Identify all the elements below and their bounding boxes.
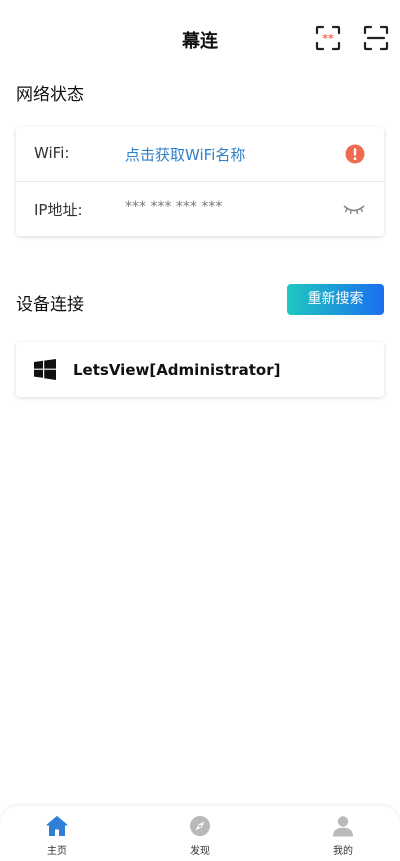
tab-home[interactable]: 主页 (17, 806, 97, 861)
ip-label: IP地址: (34, 201, 83, 219)
user-icon (333, 816, 353, 837)
scan-button[interactable] (362, 24, 390, 52)
devices-section-title: 设备连接 (16, 295, 84, 315)
compass-icon (190, 816, 210, 836)
network-card: WiFi: 点击获取WiFi名称 IP地址: *** *** *** *** (16, 127, 384, 236)
scan-icon (363, 25, 389, 51)
network-section-title: 网络状态 (16, 85, 84, 105)
ip-value: *** *** *** *** (125, 199, 223, 215)
device-name: LetsView[Administrator] (73, 361, 281, 379)
scan-code-button[interactable]: ** (314, 24, 342, 52)
tab-discover[interactable]: 发现 (160, 806, 240, 861)
ip-row: IP地址: *** *** *** *** (16, 182, 384, 236)
device-list-item[interactable]: LetsView[Administrator] (16, 342, 384, 397)
research-button[interactable]: 重新搜索 (287, 284, 384, 315)
warning-icon[interactable] (345, 144, 365, 164)
home-icon (46, 816, 68, 836)
tab-mine-label: 我的 (333, 846, 353, 857)
windows-icon (34, 359, 56, 380)
wifi-label: WiFi: (34, 144, 70, 162)
bottom-tab-bar: 主页 发现 我的 (0, 806, 400, 861)
wifi-row[interactable]: WiFi: 点击获取WiFi名称 (16, 127, 384, 181)
scan-code-icon: ** (315, 25, 341, 51)
wifi-value-link[interactable]: 点击获取WiFi名称 (125, 144, 245, 165)
top-bar: 幕连 ** (0, 0, 400, 78)
eye-closed-icon[interactable] (343, 200, 365, 218)
tab-home-label: 主页 (47, 846, 67, 857)
tab-discover-label: 发现 (190, 846, 210, 857)
tab-mine[interactable]: 我的 (303, 806, 383, 861)
svg-text:**: ** (322, 32, 334, 45)
